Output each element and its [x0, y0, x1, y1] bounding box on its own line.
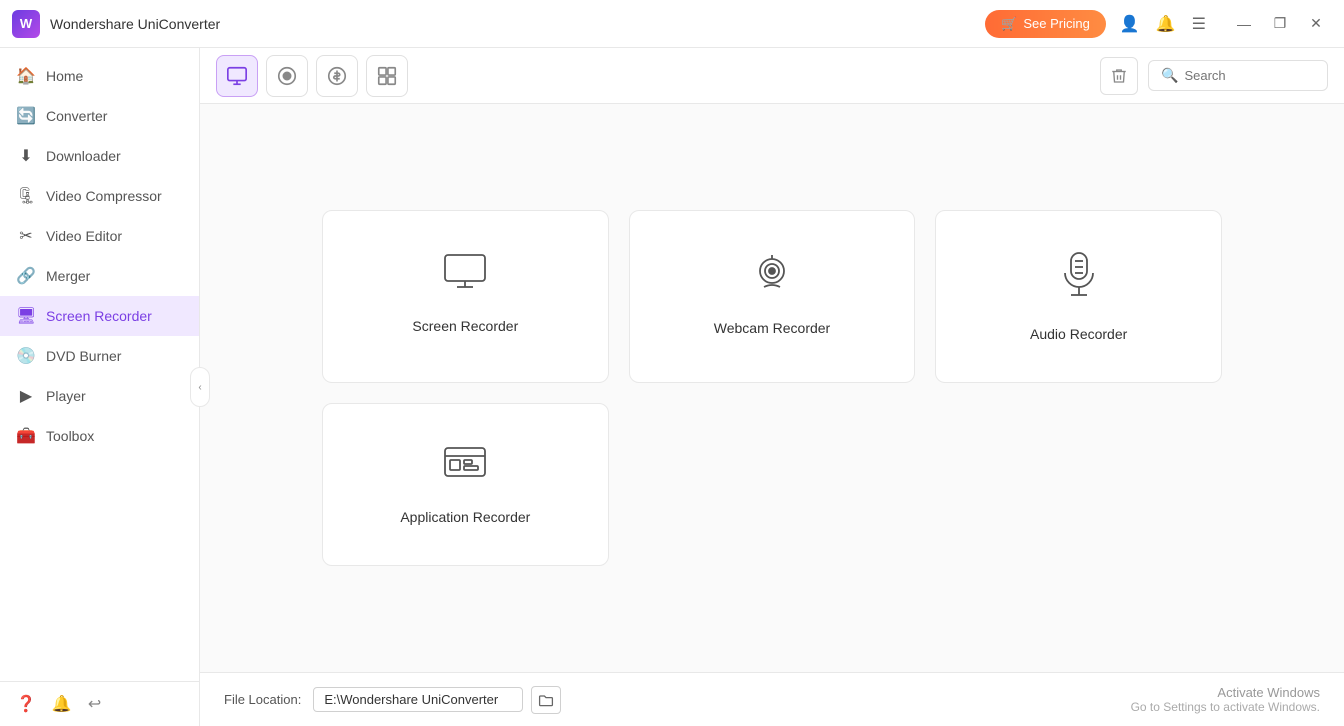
merger-icon: 🔗	[16, 266, 36, 286]
application-recorder-label: Application Recorder	[400, 509, 530, 525]
video-compressor-icon: 🗜	[16, 186, 36, 206]
sidebar-item-label: Converter	[46, 108, 107, 124]
title-bar: W Wondershare UniConverter 🛒 See Pricing…	[0, 0, 1344, 48]
webcam-recorder-label: Webcam Recorder	[714, 320, 830, 336]
tab-record[interactable]	[266, 55, 308, 97]
application-recorder-icon	[442, 444, 488, 493]
toolbar-tabs	[216, 55, 408, 97]
video-editor-icon: ✂	[16, 226, 36, 246]
sidebar: 🏠 Home🔄 Converter⬇ Downloader🗜 Video Com…	[0, 48, 200, 726]
minimize-button[interactable]: —	[1228, 10, 1260, 38]
content-area: 🔍 Screen Recorder	[200, 48, 1344, 726]
application-recorder-card[interactable]: Application Recorder	[322, 403, 609, 566]
webcam-recorder-card[interactable]: Webcam Recorder	[629, 210, 916, 383]
sidebar-wrapper: 🏠 Home🔄 Converter⬇ Downloader🗜 Video Com…	[0, 48, 200, 726]
user-icon[interactable]: 👤	[1116, 10, 1144, 38]
top-toolbar: 🔍	[200, 48, 1344, 104]
app-logo: W	[12, 10, 40, 38]
tab-screen[interactable]	[216, 55, 258, 97]
sidebar-item-screen-recorder[interactable]: 🖥 Screen Recorder	[0, 296, 199, 336]
sidebar-item-toolbox[interactable]: 🧰 Toolbox	[0, 416, 199, 456]
webcam-recorder-icon	[750, 251, 794, 304]
window-controls: — ❐ ✕	[1228, 10, 1332, 38]
sidebar-item-video-editor[interactable]: ✂ Video Editor	[0, 216, 199, 256]
feedback-icon[interactable]: ↩	[88, 694, 101, 714]
sidebar-item-label: Home	[46, 68, 83, 84]
sidebar-item-label: Merger	[46, 268, 90, 284]
file-location-label: File Location:	[224, 692, 301, 707]
browse-folder-button[interactable]	[531, 686, 561, 714]
sidebar-item-converter[interactable]: 🔄 Converter	[0, 96, 199, 136]
downloader-icon: ⬇	[16, 146, 36, 166]
toolbox-icon: 🧰	[16, 426, 36, 446]
title-bar-left: W Wondershare UniConverter	[12, 10, 220, 38]
sidebar-item-label: Screen Recorder	[46, 308, 152, 324]
tab-dollar[interactable]	[316, 55, 358, 97]
maximize-button[interactable]: ❐	[1264, 10, 1296, 38]
sidebar-item-label: Player	[46, 388, 86, 404]
sidebar-collapse-button[interactable]: ‹	[190, 367, 210, 407]
sidebar-bottom: ❓ 🔔 ↩	[0, 681, 199, 726]
notification-icon[interactable]: 🔔	[1152, 10, 1180, 38]
activate-windows-desc: Go to Settings to activate Windows.	[1131, 700, 1320, 714]
sidebar-nav: 🏠 Home🔄 Converter⬇ Downloader🗜 Video Com…	[0, 48, 199, 681]
file-location-select[interactable]: E:\Wondershare UniConverter	[313, 687, 523, 712]
screen-recorder-card[interactable]: Screen Recorder	[322, 210, 609, 383]
screen-recorder-label: Screen Recorder	[412, 318, 518, 334]
audio-recorder-label: Audio Recorder	[1030, 326, 1127, 342]
sidebar-item-label: DVD Burner	[46, 348, 121, 364]
toolbar-right: 🔍	[1100, 57, 1328, 95]
title-icons: 👤 🔔 ☰	[1116, 10, 1210, 38]
footer-path-container: E:\Wondershare UniConverter	[313, 686, 561, 714]
sidebar-item-video-compressor[interactable]: 🗜 Video Compressor	[0, 176, 199, 216]
sidebar-item-merger[interactable]: 🔗 Merger	[0, 256, 199, 296]
menu-icon[interactable]: ☰	[1188, 10, 1210, 38]
search-icon: 🔍	[1161, 67, 1178, 84]
sidebar-item-home[interactable]: 🏠 Home	[0, 56, 199, 96]
bell-icon[interactable]: 🔔	[52, 694, 72, 714]
screen-recorder-icon	[441, 251, 489, 302]
sidebar-item-downloader[interactable]: ⬇ Downloader	[0, 136, 199, 176]
screen-recorder-icon: 🖥	[16, 306, 36, 326]
converter-icon: 🔄	[16, 106, 36, 126]
title-bar-right: 🛒 See Pricing 👤 🔔 ☰ — ❐ ✕	[985, 10, 1332, 38]
audio-recorder-icon	[1059, 251, 1099, 310]
see-pricing-button[interactable]: 🛒 See Pricing	[985, 10, 1106, 38]
audio-recorder-card[interactable]: Audio Recorder	[935, 210, 1222, 383]
tab-grid[interactable]	[366, 55, 408, 97]
activate-windows: Activate Windows Go to Settings to activ…	[1131, 685, 1320, 714]
main-layout: 🏠 Home🔄 Converter⬇ Downloader🗜 Video Com…	[0, 48, 1344, 726]
recorder-grid: Screen Recorder Webcam Recorder	[322, 210, 1222, 566]
sidebar-item-label: Video Editor	[46, 228, 122, 244]
trash-button[interactable]	[1100, 57, 1138, 95]
recorder-content: Screen Recorder Webcam Recorder	[200, 104, 1344, 672]
sidebar-item-label: Toolbox	[46, 428, 94, 444]
content-footer: File Location: E:\Wondershare UniConvert…	[200, 672, 1344, 726]
dvd-burner-icon: 💿	[16, 346, 36, 366]
search-box: 🔍	[1148, 60, 1328, 91]
search-input[interactable]	[1184, 68, 1315, 83]
home-icon: 🏠	[16, 66, 36, 86]
sidebar-item-label: Downloader	[46, 148, 121, 164]
activate-windows-title: Activate Windows	[1131, 685, 1320, 700]
sidebar-item-label: Video Compressor	[46, 188, 162, 204]
app-title: Wondershare UniConverter	[50, 16, 220, 32]
close-button[interactable]: ✕	[1300, 10, 1332, 38]
sidebar-item-player[interactable]: ▶ Player	[0, 376, 199, 416]
help-icon[interactable]: ❓	[16, 694, 36, 714]
player-icon: ▶	[16, 386, 36, 406]
sidebar-item-dvd-burner[interactable]: 💿 DVD Burner	[0, 336, 199, 376]
